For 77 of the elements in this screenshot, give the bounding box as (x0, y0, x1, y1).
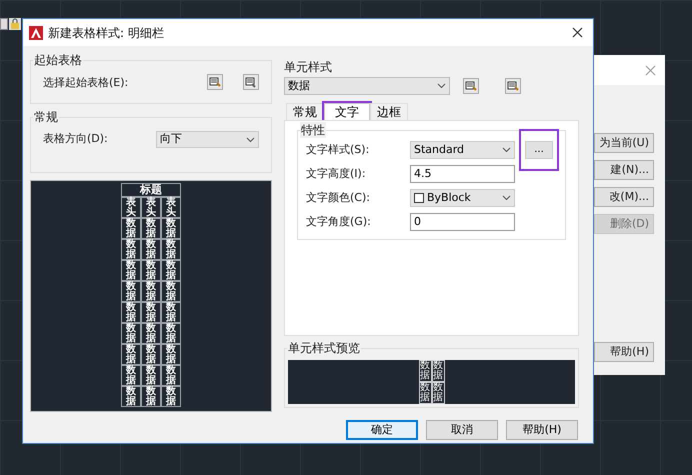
table-cell: 数据 (141, 386, 161, 407)
browse-button[interactable]: ... (525, 140, 553, 158)
table-cell: 数据 (121, 344, 141, 365)
table-cell: 数据 (141, 260, 161, 281)
table-cell: 表头 (141, 197, 161, 218)
cell-style-dropdown[interactable]: 数据 (284, 77, 450, 95)
dialog-button[interactable]: 取消 (426, 420, 498, 440)
dialog-button[interactable]: 为当前(U) (594, 133, 654, 153)
table-cell: 数据 (161, 323, 181, 344)
table-cell: 数据 (121, 323, 141, 344)
group-title: 起始表格 (33, 52, 83, 68)
table-cell: 数据 (432, 360, 444, 382)
table-cell: 数据 (141, 302, 161, 323)
table-cell: 数据 (121, 302, 141, 323)
dialog-button[interactable]: 改(M)... (594, 187, 654, 207)
tab[interactable]: 常规 (286, 103, 324, 120)
table-cell: 数据 (418, 360, 432, 382)
field-label: 表格方向(D): (43, 131, 109, 147)
table-cell: 数据 (121, 218, 141, 239)
table-cell: 数据 (121, 260, 141, 281)
table-title: 标题 (121, 183, 181, 197)
direction-dropdown[interactable]: 向下 (156, 131, 259, 148)
table-cell: 数据 (161, 239, 181, 260)
table-cell: 数据 (161, 344, 181, 365)
tab[interactable]: 文字 (324, 103, 370, 120)
chevron-down-icon (437, 83, 446, 89)
field-label: 文字高度(I): (306, 166, 367, 182)
group-title: 特性 (300, 122, 326, 138)
table-cell: 数据 (141, 239, 161, 260)
section-title: 单元样式 (284, 60, 333, 74)
text-color-dropdown[interactable]: ByBlock (410, 189, 515, 207)
help-button[interactable]: 帮助(H) (594, 342, 654, 362)
field-label: 文字颜色(C): (306, 190, 371, 206)
table-cell: 数据 (432, 382, 444, 404)
table-cell: 数据 (121, 386, 141, 407)
table-cell: 数据 (141, 218, 161, 239)
field-label: 文字样式(S): (306, 142, 370, 158)
select-table-icon[interactable] (207, 74, 223, 90)
chevron-down-icon (502, 147, 511, 153)
new-style-icon[interactable] (463, 78, 479, 94)
group-title: 常规 (33, 109, 59, 125)
field-label: 选择起始表格(E): (43, 75, 130, 92)
table-cell: 数据 (141, 281, 161, 302)
table-cell: 数据 (418, 382, 432, 404)
chevron-down-icon (502, 195, 511, 201)
table-cell: 数据 (141, 323, 161, 344)
input-field[interactable]: 0 (410, 213, 515, 231)
table-cell: 数据 (161, 302, 181, 323)
table-icon[interactable] (243, 74, 259, 90)
tab[interactable]: 边框 (370, 103, 408, 120)
edit-style-icon[interactable] (505, 78, 521, 94)
table-cell: 表头 (161, 197, 181, 218)
field-label: 文字角度(G): (306, 214, 372, 230)
app-logo-icon (29, 26, 43, 40)
group-title: 单元样式预览 (287, 340, 361, 356)
dialog-button[interactable]: 确定 (346, 420, 418, 440)
table-cell: 数据 (161, 281, 181, 302)
window-title: 新建表格样式: 明细栏 (48, 24, 164, 42)
text-style-dropdown[interactable]: Standard (410, 141, 515, 159)
table-cell: 数据 (121, 281, 141, 302)
table-cell: 数据 (161, 386, 181, 407)
table-cell: 数据 (161, 365, 181, 386)
toolbar-icon[interactable] (0, 18, 8, 30)
chevron-down-icon (246, 136, 255, 142)
table-cell: 数据 (161, 260, 181, 281)
close-icon[interactable] (572, 27, 583, 38)
table-cell: 表头 (121, 197, 141, 218)
table-cell: 数据 (141, 365, 161, 386)
lock-icon[interactable] (9, 18, 21, 30)
table-cell: 数据 (121, 365, 141, 386)
table-cell: 数据 (161, 218, 181, 239)
table-cell: 数据 (121, 239, 141, 260)
dialog-button[interactable]: 帮助(H) (506, 420, 578, 440)
input-field[interactable]: 4.5 (410, 165, 515, 183)
dialog-button[interactable]: 建(N)... (594, 160, 654, 180)
table-cell: 数据 (141, 344, 161, 365)
color-swatch (414, 193, 424, 203)
